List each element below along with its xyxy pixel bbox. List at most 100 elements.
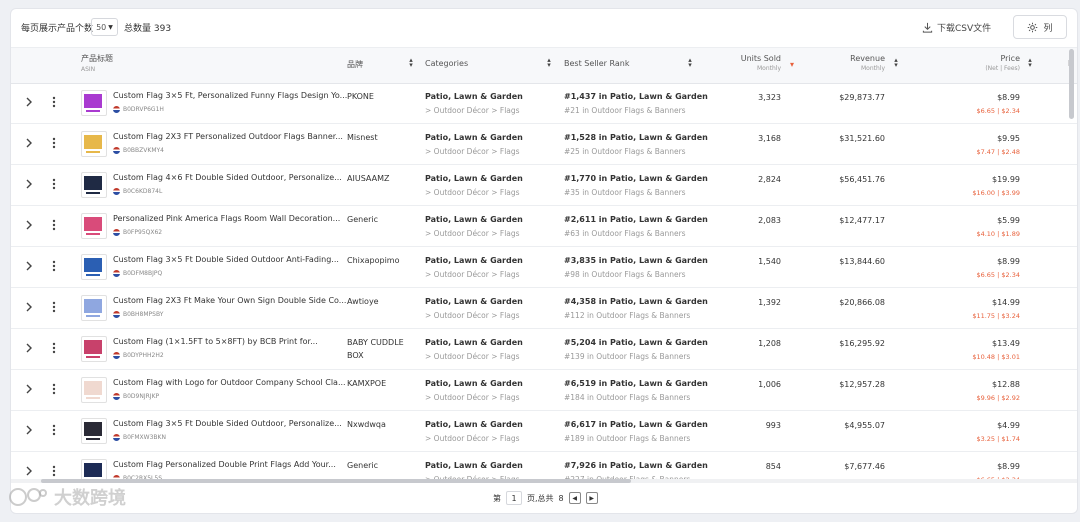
header-bsr[interactable]: Best Seller Rank [564,59,629,68]
table-row[interactable]: Custom Flag 3×5 Ft, Personalized Funny F… [11,82,1077,124]
horizontal-scrollbar-thumb[interactable] [41,479,631,483]
sort-units-desc-icon[interactable]: ▾ [789,61,795,69]
us-flag-icon [113,270,120,277]
more-vertical-icon[interactable] [51,342,57,354]
brand-cell: KAMXPOE [347,377,386,390]
chevron-right-icon[interactable] [25,424,33,436]
more-vertical-icon[interactable] [51,96,57,108]
product-thumbnail[interactable] [81,90,107,116]
next-page-button[interactable]: ▶ [585,492,598,504]
product-thumbnail[interactable] [81,418,107,444]
vertical-scrollbar-thumb[interactable] [1069,49,1074,119]
product-title[interactable]: Custom Flag 3×5 Ft Double Sided Outdoor … [113,255,339,264]
header-price-sub: (Net | Fees) [985,65,1020,72]
product-title[interactable]: Custom Flag Personalized Double Print Fl… [113,460,336,469]
product-thumbnail[interactable] [81,336,107,362]
revenue: $31,521.60 [839,134,885,143]
chevron-right-icon[interactable] [25,260,33,272]
table-row[interactable]: Custom Flag 2X3 FT Personalized Outdoor … [11,123,1077,165]
product-title[interactable]: Custom Flag 2X3 Ft Make Your Own Sign Do… [113,296,346,305]
product-thumbnail[interactable] [81,131,107,157]
product-thumbnail[interactable] [81,295,107,321]
header-price[interactable]: Price (Net | Fees) [985,54,1020,72]
chevron-right-icon[interactable] [25,219,33,231]
sort-price-icon[interactable]: ▴ ▾ [1027,57,1033,69]
table-row[interactable]: Custom Flag 4×6 Ft Double Sided Outdoor,… [11,164,1077,206]
header-units[interactable]: Units Sold Monthly [741,54,781,72]
header-categories[interactable]: Categories [425,59,468,68]
more-vertical-icon[interactable] [51,465,57,477]
more-vertical-icon[interactable] [51,219,57,231]
bsr-main: #1,770 in Patio, Lawn & Garden [564,174,708,183]
more-vertical-icon[interactable] [51,260,57,272]
product-title[interactable]: Custom Flag 4×6 Ft Double Sided Outdoor,… [113,173,342,182]
table-row[interactable]: Custom Flag (1×1.5FT to 5×8FT) by BCB Pr… [11,328,1077,370]
revenue: $16,295.92 [839,339,885,348]
more-vertical-icon[interactable] [51,137,57,149]
chevron-right-icon[interactable] [25,137,33,149]
page-input[interactable]: 1 [506,491,522,505]
product-title[interactable]: Custom Flag with Logo for Outdoor Compan… [113,378,346,387]
brand-name-line2: BOX [347,351,364,360]
table-toolbar: 每页展示产品个数 50 ▼ 总数量 393 下载CSV文件 列 [11,9,1077,47]
chevron-right-icon[interactable] [25,301,33,313]
header-brand[interactable]: 品牌 [347,59,363,70]
chevron-right-icon[interactable] [25,465,33,477]
prev-page-button[interactable]: ◀ [568,492,581,504]
chevron-right-icon[interactable] [25,96,33,108]
product-title[interactable]: Custom Flag 3×5 Ft Double Sided Outdoor,… [113,419,342,428]
chevron-right-icon[interactable] [25,342,33,354]
more-vertical-icon[interactable] [51,301,57,313]
product-title[interactable]: Personalized Pink America Flags Room Wal… [113,214,340,223]
revenue: $4,955.07 [844,421,885,430]
table-row[interactable]: Custom Flag 2X3 Ft Make Your Own Sign Do… [11,287,1077,329]
brand-name: Generic [347,461,379,470]
category-main: Patio, Lawn & Garden [425,256,523,265]
product-thumbnail[interactable] [81,254,107,280]
more-vertical-icon[interactable] [51,383,57,395]
revenue: $12,957.28 [839,380,885,389]
download-icon [922,22,933,33]
total-label: 总数量 [124,24,152,34]
sort-categories-icon[interactable]: ▴ ▾ [546,57,552,69]
category-main: Patio, Lawn & Garden [425,461,523,470]
sort-revenue-icon[interactable]: ▴ ▾ [893,57,899,69]
brand-name: AIUSAAMZ [347,174,390,183]
net-and-fees: $11.75 | $3.24 [972,312,1020,320]
bsr-main: #1,437 in Patio, Lawn & Garden [564,92,708,101]
product-table-panel: 每页展示产品个数 50 ▼ 总数量 393 下载CSV文件 列 产品标题 ASI… [10,8,1078,514]
sort-bsr-icon[interactable]: ▴ ▾ [687,57,693,69]
price: $8.99 [997,462,1020,471]
product-title[interactable]: Custom Flag 3×5 Ft, Personalized Funny F… [113,91,347,100]
brand-name: Misnest [347,133,378,142]
product-title[interactable]: Custom Flag (1×1.5FT to 5×8FT) by BCB Pr… [113,337,318,346]
per-page-select[interactable]: 50 ▼ [91,18,118,36]
us-flag-icon [113,147,120,154]
table-row[interactable]: Custom Flag 3×5 Ft Double Sided Outdoor … [11,246,1077,288]
sort-brand-icon[interactable]: ▴ ▾ [408,57,414,69]
product-title[interactable]: Custom Flag 2X3 FT Personalized Outdoor … [113,132,343,141]
watermark-text: 大数跨境 [54,488,126,509]
asin-value: B0D9NJRJKP [123,393,160,400]
price: $5.99 [997,216,1020,225]
columns-button[interactable]: 列 [1013,15,1067,39]
table-row[interactable]: Custom Flag Personalized Double Print Fl… [11,451,1077,482]
table-row[interactable]: Custom Flag 3×5 Ft Double Sided Outdoor,… [11,410,1077,452]
price: $12.88 [992,380,1020,389]
chevron-right-icon[interactable] [25,178,33,190]
table-row[interactable]: Personalized Pink America Flags Room Wal… [11,205,1077,247]
product-thumbnail[interactable] [81,172,107,198]
download-csv-button[interactable]: 下载CSV文件 [922,19,991,35]
more-vertical-icon[interactable] [51,424,57,436]
pagination: 第 1 页,总共 8 ◀ ▶ [493,491,598,505]
revenue: $29,873.77 [839,93,885,102]
price: $8.99 [997,93,1020,102]
chevron-right-icon[interactable] [25,383,33,395]
bsr-main: #5,204 in Patio, Lawn & Garden [564,338,708,347]
product-thumbnail[interactable] [81,213,107,239]
table-row[interactable]: Custom Flag with Logo for Outdoor Compan… [11,369,1077,411]
more-vertical-icon[interactable] [51,178,57,190]
product-thumbnail[interactable] [81,377,107,403]
header-title[interactable]: 产品标题 ASIN [81,53,113,73]
header-revenue[interactable]: Revenue Monthly [850,54,885,72]
